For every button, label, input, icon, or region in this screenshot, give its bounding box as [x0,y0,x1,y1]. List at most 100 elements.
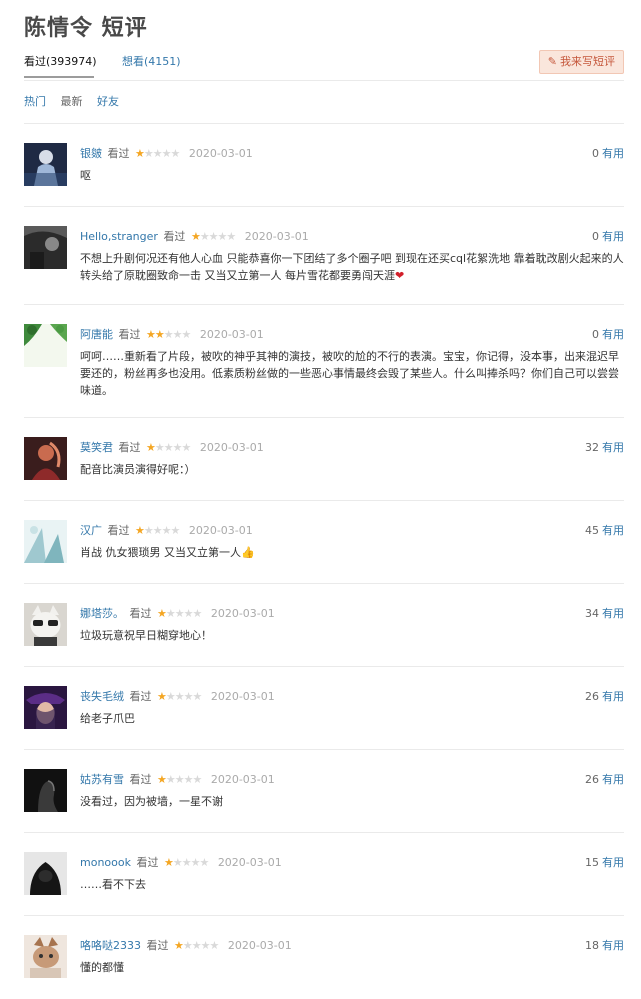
comment-text: ……看不下去 [80,878,146,891]
comment-meta: 姑苏有雪 看过 ★★★★★ 2020-03-01 [80,771,275,787]
comment-user[interactable]: 丧失毛绒 [80,690,124,703]
sort-hot[interactable]: 热门 [24,95,46,108]
vote-count: 0 有用 [592,228,624,244]
comment-status: 看过 [118,328,141,341]
comment-text-body: 不想上升剧何况还有他人心血 只能恭喜你一下团结了多个圈子吧 到现在还买cql花絮… [80,252,624,282]
comment-text: 垃圾玩意祝早日糊穿地心！ [80,629,212,642]
write-comment-button[interactable]: ✎ 我来写短评 [538,50,624,74]
sort-friends[interactable]: 好友 [97,95,119,108]
avatar[interactable] [24,324,67,367]
vote-number: 0 [592,328,599,341]
comment-status: 看过 [129,607,152,620]
comment-meta: 莫笑君 看过 ★★★★★ 2020-03-01 [80,439,264,455]
comment-user[interactable]: Hello,stranger [80,230,158,243]
vote-count: 26 有用 [585,771,624,787]
vote-count: 32 有用 [585,439,624,455]
useful-button[interactable]: 有用 [602,690,624,703]
rating-stars: ★★★★★ [146,328,191,341]
useful-button[interactable]: 有用 [602,524,624,537]
comment-text: 给老子爪巴 [80,712,135,725]
rating-stars: ★★★★★ [174,939,219,952]
useful-button[interactable]: 有用 [602,773,624,786]
vote-count: 0 有用 [592,145,624,161]
rating-stars: ★★★★★ [163,856,209,869]
useful-button[interactable]: 有用 [602,607,624,620]
comment-item: 莫笑君 看过 ★★★★★ 2020-03-01 32 有用 配音比演员演得好呢：） [24,418,624,501]
avatar[interactable] [24,852,67,895]
vote-count: 18 有用 [585,937,624,953]
comment-date: 2020-03-01 [188,524,253,537]
vote-number: 15 [585,856,599,869]
avatar[interactable] [24,226,67,269]
comment-text: 呕 [80,169,91,182]
comment-date: 2020-03-01 [199,328,264,341]
comment-status: 看过 [136,856,159,869]
useful-button[interactable]: 有用 [602,230,624,243]
comment-item: 银皴 看过 ★★★★★ 2020-03-01 0 有用 呕 [24,124,624,207]
rating-stars: ★★★★★ [135,147,180,160]
useful-button[interactable]: 有用 [602,856,624,869]
vote-count: 45 有用 [585,522,624,538]
comment-user[interactable]: monoook [80,856,131,869]
comment-meta: 银皴 看过 ★★★★★ 2020-03-01 [80,145,253,161]
comment-item: 阿唐能 看过 ★★★★★ 2020-03-01 0 有用 呵呵……重新看了片段，被… [24,305,624,418]
vote-number: 45 [585,524,599,537]
avatar[interactable] [24,935,67,978]
comment-text: 懂的都懂 [80,961,124,974]
comment-user[interactable]: 银皴 [80,147,102,160]
avatar[interactable] [24,603,67,646]
comment-status: 看过 [129,690,152,703]
comment-user[interactable]: 阿唐能 [80,328,113,341]
avatar[interactable] [24,143,67,186]
comment-status: 看过 [146,939,169,952]
comment-meta: 汉广 看过 ★★★★★ 2020-03-01 [80,522,253,538]
thumbs-up-icon: 👍 [241,546,255,559]
comment-text: 肖战 仇女猥琐男 又当又立第一人👍 [80,544,624,561]
comment-text: 配音比演员演得好呢：） [80,463,196,476]
rating-stars: ★★★★★ [157,773,202,786]
sort-latest[interactable]: 最新 [61,95,83,108]
comment-item: 姑苏有雪 看过 ★★★★★ 2020-03-01 26 有用 没看过，因为被墙，一… [24,750,624,833]
comment-user[interactable]: 姑苏有雪 [80,773,124,786]
avatar[interactable] [24,769,67,812]
heart-icon: ❤ [395,269,405,282]
comment-text: 不想上升剧何况还有他人心血 只能恭喜你一下团结了多个圈子吧 到现在还买cql花絮… [80,250,624,284]
vote-number: 34 [585,607,599,620]
vote-count: 0 有用 [592,326,624,342]
comment-user[interactable]: 咯咯哒2333 [80,939,141,952]
pencil-icon: ✎ [547,55,557,68]
comment-user[interactable]: 娜塔莎。 [80,607,124,620]
useful-button[interactable]: 有用 [602,328,624,341]
rating-stars: ★★★★★ [190,230,236,243]
vote-number: 26 [585,690,599,703]
comment-status: 看过 [118,441,141,454]
comment-item: 娜塔莎。 看过 ★★★★★ 2020-03-01 34 有用 垃圾玩意祝早日糊穿地… [24,584,624,667]
comment-meta: 丧失毛绒 看过 ★★★★★ 2020-03-01 [80,688,275,704]
avatar[interactable] [24,437,67,480]
tab-watched[interactable]: 看过(393974) [24,53,97,78]
tab-wish[interactable]: 想看(4151) [122,53,181,69]
comment-user[interactable]: 汉广 [80,524,102,537]
useful-button[interactable]: 有用 [602,939,624,952]
useful-button[interactable]: 有用 [602,441,624,454]
comment-date: 2020-03-01 [244,230,309,243]
vote-count: 34 有用 [585,605,624,621]
vote-number: 0 [592,230,599,243]
comment-date: 2020-03-01 [210,690,275,703]
useful-button[interactable]: 有用 [602,147,624,160]
comment-user[interactable]: 莫笑君 [80,441,113,454]
comment-date: 2020-03-01 [217,856,282,869]
avatar[interactable] [24,520,67,563]
comment-meta: 咯咯哒2333 看过 ★★★★★ 2020-03-01 [80,937,292,953]
rating-stars: ★★★★★ [157,690,202,703]
comment-date: 2020-03-01 [227,939,292,952]
comment-text: 呵呵……重新看了片段，被吹的神乎其神的演技，被吹的尬的不行的表演。宝宝，你记得，… [80,350,619,397]
avatar[interactable] [24,686,67,729]
write-comment-label: 我来写短评 [560,55,615,68]
comment-meta: Hello,stranger 看过 ★★★★★ 2020-03-01 [80,228,309,244]
comment-list: 银皴 看过 ★★★★★ 2020-03-01 0 有用 呕 Hello,stran… [24,124,624,999]
vote-number: 26 [585,773,599,786]
rating-stars: ★★★★★ [146,441,191,454]
comment-status: 看过 [163,230,186,243]
comment-date: 2020-03-01 [188,147,253,160]
